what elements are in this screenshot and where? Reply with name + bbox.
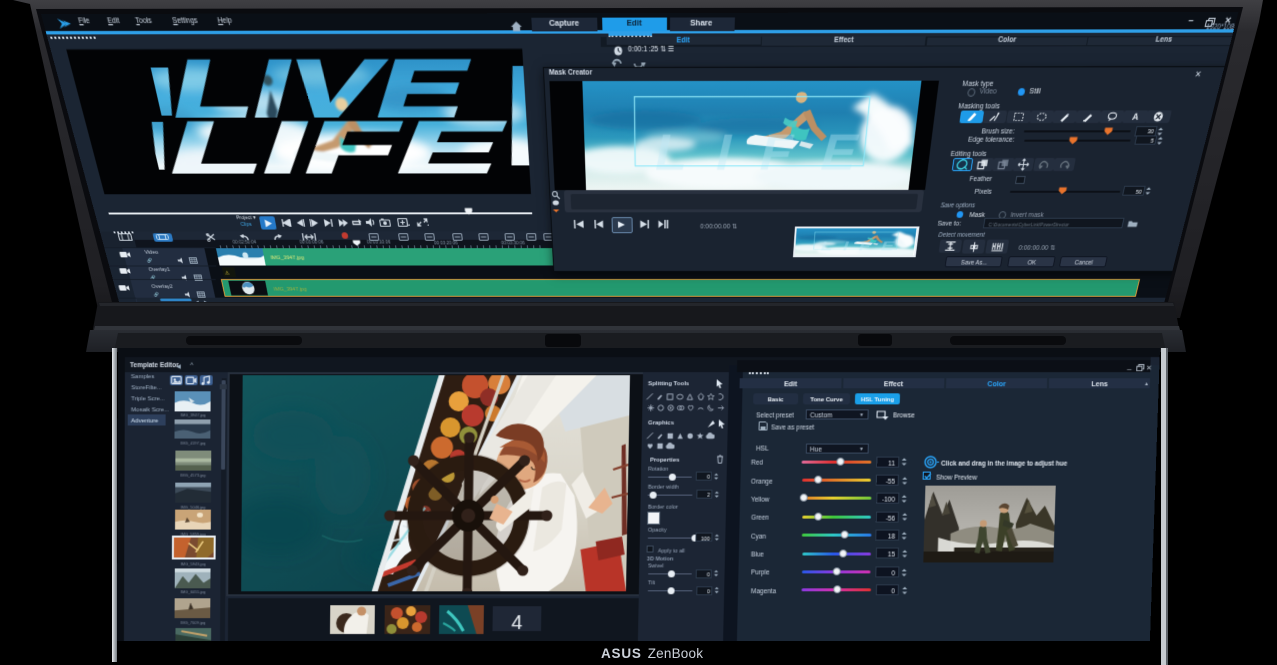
svg-text:A: A (1131, 112, 1140, 122)
